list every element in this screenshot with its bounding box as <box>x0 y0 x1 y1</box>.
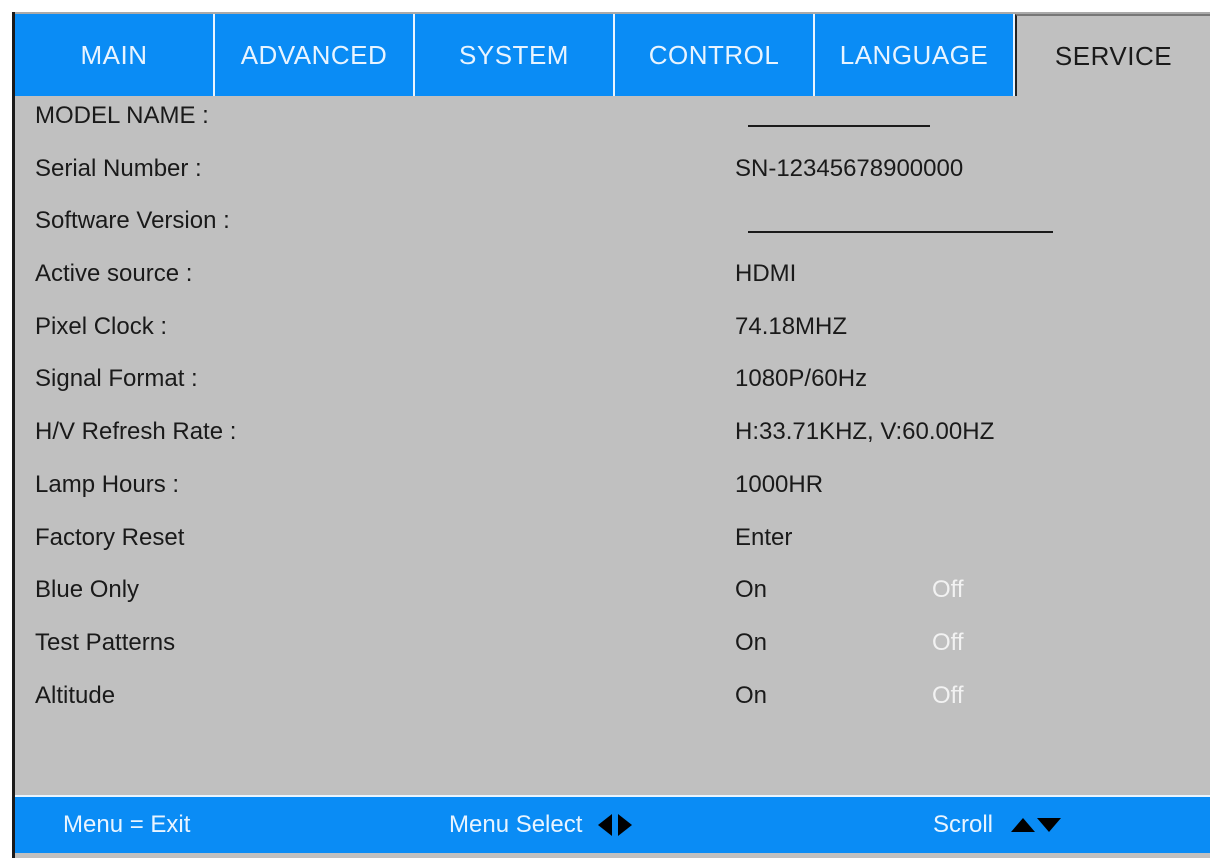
scroll-label: Scroll <box>933 811 994 838</box>
model-name-blank-line <box>748 125 930 127</box>
signal-format-label: Signal Format : <box>35 365 198 393</box>
footer-hint-bar: Menu = Exit Menu Select Scroll <box>15 795 1210 853</box>
lamp-hours-label: Lamp Hours : <box>35 470 180 498</box>
service-settings-list: MODEL NAME : Serial Number : SN-12345678… <box>15 96 1210 728</box>
altitude-row: Altitude On Off <box>15 676 1210 729</box>
lamp-hours-value: 1000HR <box>735 470 824 498</box>
refresh-rate-value: H:33.71KHZ, V:60.00HZ <box>735 418 995 446</box>
active-source-label: Active source : <box>35 260 193 288</box>
factory-reset-label: Factory Reset <box>35 523 185 551</box>
serial-number-row: Serial Number : SN-12345678900000 <box>15 149 1210 202</box>
tab-control[interactable]: CONTROL <box>615 14 815 96</box>
scroll-hint: Scroll <box>933 811 1062 839</box>
tab-language[interactable]: LANGUAGE <box>815 14 1015 96</box>
active-source-row: Active source : HDMI <box>15 254 1210 307</box>
software-version-label: Software Version : <box>35 207 230 235</box>
menu-select-hint: Menu Select <box>449 811 633 839</box>
active-source-value: HDMI <box>735 260 797 288</box>
exit-hint-label: Menu = Exit <box>63 811 191 838</box>
menu-select-label: Menu Select <box>449 811 583 838</box>
pixel-clock-value: 74.18MHZ <box>735 312 848 340</box>
factory-reset-enter-button[interactable]: Enter <box>735 524 792 552</box>
blue-only-label: Blue Only <box>35 576 140 604</box>
blue-only-row: Blue Only On Off <box>15 570 1210 623</box>
test-patterns-off-option[interactable]: Off <box>932 629 964 657</box>
serial-number-value: SN-12345678900000 <box>735 154 964 182</box>
lamp-hours-row: Lamp Hours : 1000HR <box>15 465 1210 518</box>
arrow-right-icon <box>618 814 633 836</box>
altitude-off-option[interactable]: Off <box>932 682 964 710</box>
tab-bar: MAIN ADVANCED SYSTEM CONTROL LANGUAGE SE… <box>15 12 1210 96</box>
tab-service[interactable]: SERVICE <box>1015 14 1210 96</box>
altitude-on-option[interactable]: On <box>735 682 767 710</box>
arrow-left-icon <box>598 814 613 836</box>
tab-main[interactable]: MAIN <box>15 14 215 96</box>
osd-menu: MAIN ADVANCED SYSTEM CONTROL LANGUAGE SE… <box>12 12 1210 858</box>
test-patterns-row: Test Patterns On Off <box>15 623 1210 676</box>
arrow-down-icon <box>1037 818 1062 832</box>
tab-system[interactable]: SYSTEM <box>415 14 615 96</box>
test-patterns-label: Test Patterns <box>35 628 176 656</box>
pixel-clock-row: Pixel Clock : 74.18MHZ <box>15 307 1210 360</box>
serial-number-label: Serial Number : <box>35 154 202 182</box>
tab-advanced[interactable]: ADVANCED <box>215 14 415 96</box>
altitude-label: Altitude <box>35 681 116 709</box>
test-patterns-on-option[interactable]: On <box>735 629 767 657</box>
software-version-blank-line <box>748 231 1053 234</box>
refresh-rate-label: H/V Refresh Rate : <box>35 418 237 446</box>
exit-hint: Menu = Exit <box>63 811 190 839</box>
model-name-label: MODEL NAME : <box>35 102 209 129</box>
arrow-up-icon <box>1011 818 1036 832</box>
signal-format-value: 1080P/60Hz <box>735 365 868 393</box>
software-version-row: Software Version : <box>15 201 1210 254</box>
model-name-row: MODEL NAME : <box>15 96 1210 149</box>
factory-reset-row[interactable]: Factory Reset Enter <box>15 518 1210 571</box>
blue-only-on-option[interactable]: On <box>735 576 767 604</box>
refresh-rate-row: H/V Refresh Rate : H:33.71KHZ, V:60.00HZ <box>15 412 1210 465</box>
blue-only-off-option[interactable]: Off <box>932 576 964 604</box>
signal-format-row: Signal Format : 1080P/60Hz <box>15 359 1210 412</box>
pixel-clock-label: Pixel Clock : <box>35 312 168 340</box>
